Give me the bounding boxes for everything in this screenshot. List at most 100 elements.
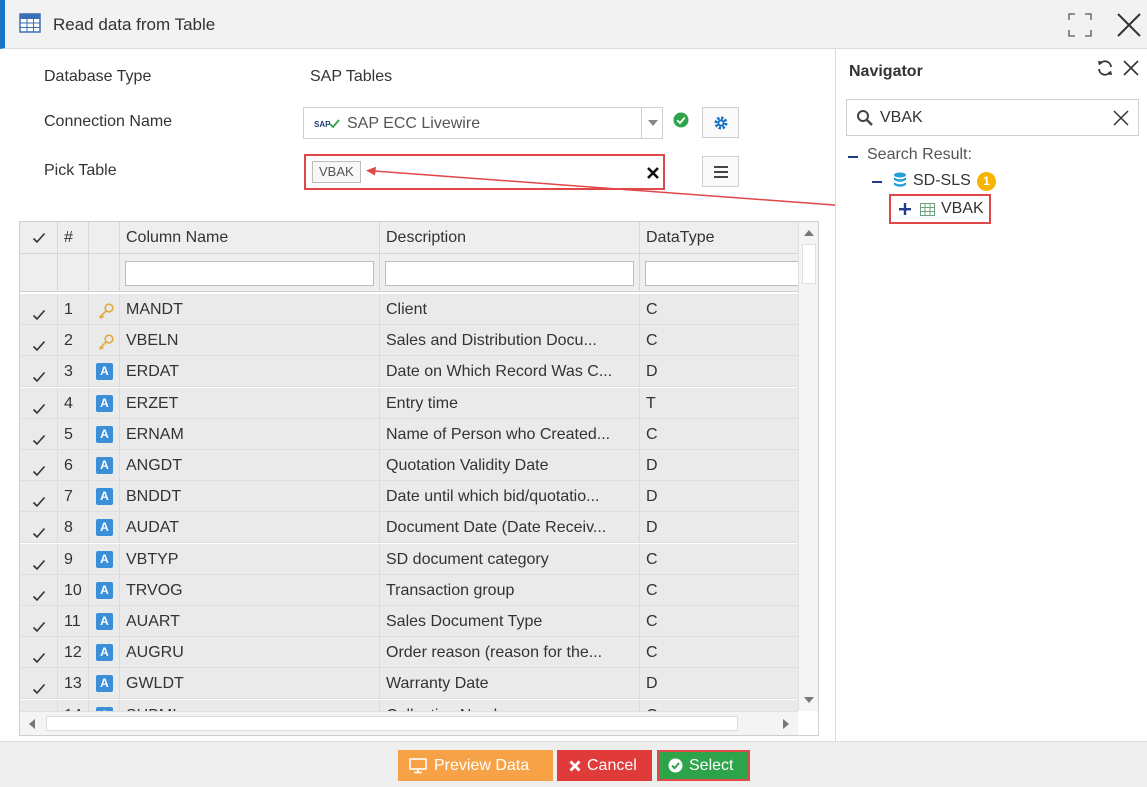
row-column-name: ERZET [120,387,380,419]
text-type-icon: A [96,644,113,662]
table-row[interactable]: 7 A BNDDT Date until which bid/quotatio... D [20,481,798,513]
scroll-left-icon[interactable] [29,719,35,729]
row-checkbox[interactable] [32,520,46,539]
expand-plus-icon[interactable] [899,203,911,215]
header-description[interactable]: Description [380,222,640,254]
row-datatype: C [646,581,658,599]
row-description: SD document category [380,543,640,575]
row-checkbox[interactable] [32,333,46,352]
row-checkbox[interactable] [32,364,46,383]
refresh-icon[interactable] [1096,59,1114,77]
clear-search-icon[interactable] [1113,110,1129,126]
row-checkbox-cell[interactable] [20,543,58,575]
vertical-scrollbar[interactable] [798,222,818,711]
preview-data-button[interactable]: Preview Data [398,750,553,781]
row-checkbox[interactable] [32,614,46,633]
text-type-icon: A [96,394,113,412]
row-checkbox-cell[interactable] [20,418,58,450]
horizontal-scroll-thumb[interactable] [46,716,738,731]
select-button[interactable]: Select [657,750,750,781]
column-name-filter-input[interactable] [125,261,374,286]
row-datatype: D [646,675,658,693]
row-checkbox-cell[interactable] [20,637,58,669]
schema-node-label[interactable]: SD-SLS [913,172,971,190]
row-checkbox-cell[interactable] [20,574,58,606]
columns-grid: # Column Name Description DataType 1 MAND… [19,221,819,736]
header-column-name[interactable]: Column Name [120,222,380,254]
table-row[interactable]: 9 A VBTYP SD document category C [20,543,798,575]
row-datatype: C [646,332,658,350]
table-row[interactable]: 8 A AUDAT Document Date (Date Receiv... D [20,512,798,544]
row-checkbox-cell[interactable] [20,450,58,481]
table-row[interactable]: 2 VBELN Sales and Distribution Docu... C [20,325,798,357]
row-checkbox-cell[interactable] [20,481,58,513]
table-row[interactable]: 10 A TRVOG Transaction group C [20,574,798,606]
datatype-filter-input[interactable] [645,261,798,286]
scroll-right-icon[interactable] [783,719,789,729]
table-row[interactable]: 1 MANDT Client C [20,294,798,325]
row-description: Sales and Distribution Docu... [380,325,640,357]
row-type-icon-cell: A [89,637,120,669]
row-description: Name of Person who Created... [380,418,640,450]
row-checkbox-cell[interactable] [20,512,58,544]
row-column-name: AUGRU [120,637,380,669]
row-checkbox[interactable] [32,583,46,601]
table-row[interactable]: 4 A ERZET Entry time T [20,387,798,419]
row-checkbox[interactable] [32,489,46,508]
scroll-up-icon[interactable] [804,230,814,236]
table-row[interactable]: 5 A ERNAM Name of Person who Created... C [20,418,798,450]
close-navigator-icon[interactable] [1122,59,1140,77]
preview-data-label: Preview Data [434,757,530,774]
table-row[interactable]: 11 A AUART Sales Document Type C [20,606,798,637]
row-datatype: C [646,301,658,318]
row-type-icon-cell: A [89,574,120,606]
text-type-icon: A [96,550,113,568]
table-row[interactable]: 3 A ERDAT Date on Which Record Was C... D [20,356,798,388]
table-row[interactable]: 13 A GWLDT Warranty Date D [20,668,798,700]
select-all-header[interactable] [20,222,58,254]
scroll-down-icon[interactable] [804,697,814,703]
row-description: Entry time [380,387,640,419]
row-checkbox[interactable] [32,645,46,664]
horizontal-scrollbar[interactable] [20,711,798,735]
times-icon [569,760,581,772]
row-checkbox-cell[interactable] [20,668,58,700]
navigator-search-input[interactable] [880,106,1100,130]
row-checkbox-cell[interactable] [20,606,58,637]
collapse-search-result-icon[interactable] [848,156,858,158]
row-checkbox[interactable] [32,552,46,570]
row-checkbox[interactable] [32,302,46,321]
row-description: Sales Document Type [380,606,640,637]
row-datatype: C [646,425,658,443]
vertical-scroll-thumb[interactable] [802,244,816,284]
monitor-icon [409,758,427,774]
select-all-checkbox[interactable] [32,231,46,245]
cancel-button[interactable]: Cancel [557,750,652,781]
table-node-vbak[interactable]: VBAK [889,194,991,224]
navigator-search-box[interactable] [846,99,1139,136]
row-checkbox-cell[interactable] [20,387,58,419]
row-checkbox[interactable] [32,458,46,477]
description-filter-input[interactable] [385,261,634,286]
row-type-icon-cell: A [89,668,120,700]
row-type-icon-cell: A [89,543,120,575]
row-checkbox-cell[interactable] [20,356,58,388]
row-checkbox-cell[interactable] [20,294,58,325]
table-row[interactable]: 6 A ANGDT Quotation Validity Date D [20,450,798,481]
dialog-footer: Preview Data Cancel Select [0,741,1147,787]
row-datatype: D [646,457,658,474]
collapse-schema-icon[interactable] [872,181,882,183]
row-type-icon-cell: A [89,356,120,388]
row-datatype: T [646,394,656,412]
row-checkbox[interactable] [32,396,46,414]
row-number: 13 [58,668,89,700]
row-number: 11 [58,606,89,637]
row-checkbox-cell[interactable] [20,325,58,357]
row-checkbox[interactable] [32,427,46,445]
header-type-icon [89,222,120,254]
table-icon [920,203,935,216]
row-checkbox[interactable] [32,676,46,695]
row-number: 2 [58,325,89,357]
table-row[interactable]: 12 A AUGRU Order reason (reason for the... C [20,637,798,669]
header-datatype[interactable]: DataType [640,222,798,254]
